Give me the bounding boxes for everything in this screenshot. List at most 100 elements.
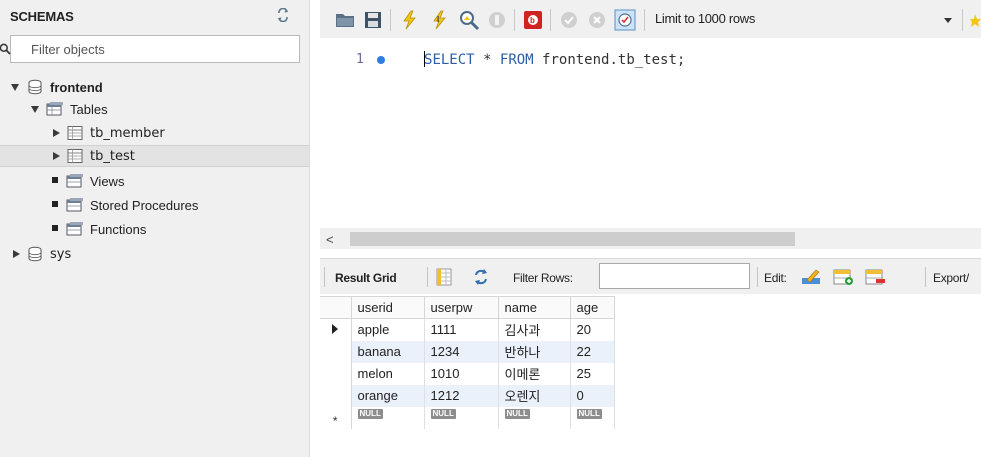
tree-item-sys[interactable]: sys (0, 243, 309, 265)
grid-layout-icon[interactable] (435, 268, 453, 286)
result-grid-tab[interactable]: Result Grid (335, 271, 397, 285)
tree-item-frontend[interactable]: frontend (0, 76, 309, 98)
svg-text:b: b (530, 16, 535, 25)
rollback-icon[interactable] (586, 9, 608, 31)
row-gutter[interactable] (320, 318, 352, 341)
stop-icon[interactable] (486, 9, 508, 31)
toolbar-separator (324, 267, 325, 287)
scroll-left-arrow[interactable]: < (326, 232, 334, 247)
cell-userid[interactable]: banana (351, 340, 425, 363)
filter-rows-input[interactable] (599, 263, 750, 289)
cell-age[interactable]: 20 (570, 318, 615, 341)
expand-arrow-icon[interactable] (10, 81, 22, 93)
cell-age[interactable]: 22 (570, 340, 615, 363)
toolbar-separator (390, 9, 391, 31)
sql-editor[interactable]: 1 SELECT * FROM frontend.tb_test; (320, 38, 981, 228)
sql-keyword-from: FROM (499, 52, 534, 68)
sql-statement[interactable]: SELECT * FROM frontend.tb_test; (424, 51, 685, 68)
functions-folder-icon (66, 222, 83, 236)
table-row[interactable]: banana 1234 반하나 22 (320, 340, 615, 363)
horizontal-scrollbar[interactable]: < (320, 228, 981, 249)
table-icon (67, 126, 83, 140)
new-row[interactable]: * NULL NULL NULL NULL (320, 406, 615, 429)
null-badge: NULL (576, 409, 602, 419)
tree-item-tb-member[interactable]: tb_member (0, 122, 309, 144)
search-icon (0, 43, 11, 55)
table-row[interactable]: melon 1010 이메론 25 (320, 362, 615, 385)
export-button[interactable]: Export/ (933, 271, 969, 285)
table-row[interactable]: apple 1111 김사과 20 (320, 318, 615, 341)
column-header-userid[interactable]: userid (351, 296, 425, 319)
commit-icon[interactable] (558, 9, 580, 31)
tree-item-stored-procedures[interactable]: Stored Procedures (0, 194, 309, 216)
chevron-down-icon[interactable] (944, 18, 952, 23)
cell-userpw[interactable]: 1111 (424, 318, 499, 341)
execute-lightning-icon[interactable] (398, 9, 420, 31)
toolbar-separator (962, 9, 963, 31)
statement-marker-dot (377, 56, 385, 64)
tree-item-tables[interactable]: Tables (0, 98, 309, 120)
row-gutter[interactable]: * (320, 406, 352, 429)
execute-current-icon[interactable]: I (428, 9, 450, 31)
stored-procedures-folder-icon (66, 198, 83, 212)
cell-name[interactable]: 이메론 (498, 362, 571, 385)
cell-userpw[interactable]: 1212 (424, 384, 499, 407)
cell-name[interactable]: 오렌지 (498, 384, 571, 407)
tree-item-functions[interactable]: Functions (0, 218, 309, 240)
table-row[interactable]: orange 1212 오렌지 0 (320, 384, 615, 407)
cell-userid-new[interactable]: NULL (351, 406, 425, 429)
column-header-age[interactable]: age (570, 296, 615, 319)
query-toolbar: I b Limit to 1000 rows (320, 0, 981, 38)
row-gutter[interactable] (320, 384, 352, 407)
collapse-arrow-icon[interactable] (50, 127, 62, 139)
cell-userid[interactable]: orange (351, 384, 425, 407)
tree-label: tb_test (90, 148, 135, 164)
filter-objects-field[interactable] (0, 35, 300, 63)
explain-magnifier-icon[interactable] (458, 9, 480, 31)
cell-userpw[interactable]: 1234 (424, 340, 499, 363)
tree-label: Functions (90, 221, 147, 237)
tree-item-tb-test[interactable]: tb_test (0, 145, 309, 167)
svg-text:I: I (437, 15, 439, 24)
expand-arrow-icon[interactable] (30, 103, 42, 115)
database-icon (28, 246, 42, 262)
star-icon[interactable] (970, 9, 981, 31)
scrollbar-thumb[interactable] (350, 232, 795, 246)
open-folder-icon[interactable] (334, 9, 356, 31)
cell-userpw-new[interactable]: NULL (424, 406, 499, 429)
tree-label: Tables (70, 101, 108, 117)
cell-age[interactable]: 25 (570, 362, 615, 385)
toolbar-separator (550, 9, 551, 31)
row-gutter[interactable] (320, 362, 352, 385)
cell-name[interactable]: 김사과 (498, 318, 571, 341)
insert-row-icon[interactable] (833, 268, 855, 286)
row-gutter[interactable] (320, 340, 352, 363)
cell-name[interactable]: 반하나 (498, 340, 571, 363)
cell-userid[interactable]: apple (351, 318, 425, 341)
refresh-arrows-icon[interactable] (472, 268, 490, 286)
collapse-arrow-icon[interactable] (50, 150, 62, 162)
refresh-icon[interactable] (276, 8, 290, 22)
collapse-arrow-icon[interactable] (10, 248, 22, 260)
filter-objects-input[interactable] (11, 36, 299, 62)
schemas-header: SCHEMAS (10, 9, 74, 24)
tree-label: sys (50, 246, 72, 262)
cell-name-new[interactable]: NULL (498, 406, 571, 429)
cell-userid[interactable]: melon (351, 362, 425, 385)
stop-on-error-icon[interactable]: b (522, 9, 544, 31)
tree-item-views[interactable]: Views (0, 170, 309, 192)
schema-navigator-panel: SCHEMAS frontend Tables (0, 0, 310, 457)
null-badge: NULL (504, 409, 530, 419)
cell-age[interactable]: 0 (570, 384, 615, 407)
delete-row-icon[interactable] (865, 268, 887, 286)
tables-folder-icon (46, 102, 63, 116)
column-header-userpw[interactable]: userpw (424, 296, 499, 319)
column-header-name[interactable]: name (498, 296, 571, 319)
cell-age-new[interactable]: NULL (570, 406, 615, 429)
save-icon[interactable] (362, 9, 384, 31)
cell-userpw[interactable]: 1010 (424, 362, 499, 385)
autocommit-toggle-icon[interactable] (614, 9, 636, 31)
edit-row-icon[interactable] (801, 268, 821, 286)
limit-rows-select[interactable]: Limit to 1000 rows (655, 11, 755, 26)
tree-label: Stored Procedures (90, 197, 199, 213)
